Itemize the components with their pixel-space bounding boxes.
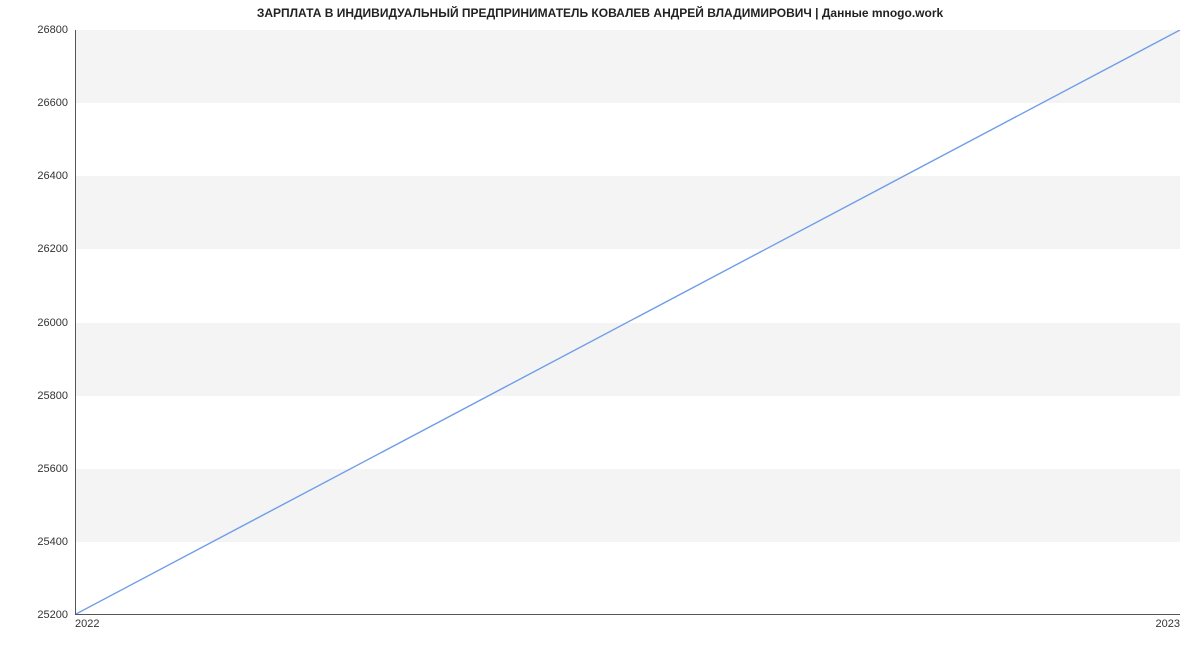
y-tick-label: 25600 (8, 463, 68, 475)
x-tick-label: 2022 (75, 618, 99, 630)
chart-title: ЗАРПЛАТА В ИНДИВИДУАЛЬНЫЙ ПРЕДПРИНИМАТЕЛ… (0, 6, 1200, 20)
y-tick-label: 26600 (8, 97, 68, 109)
y-tick-label: 25800 (8, 390, 68, 402)
y-tick-label: 26800 (8, 24, 68, 36)
y-tick-label: 26200 (8, 243, 68, 255)
grid-band (76, 323, 1180, 396)
plot-area (75, 30, 1180, 615)
x-tick-label: 2023 (1156, 618, 1180, 630)
y-tick-label: 26000 (8, 317, 68, 329)
grid-band (76, 176, 1180, 249)
grid-band (76, 469, 1180, 542)
grid-band (76, 30, 1180, 103)
y-tick-label: 26400 (8, 170, 68, 182)
y-tick-label: 25400 (8, 536, 68, 548)
y-tick-label: 25200 (8, 609, 68, 621)
